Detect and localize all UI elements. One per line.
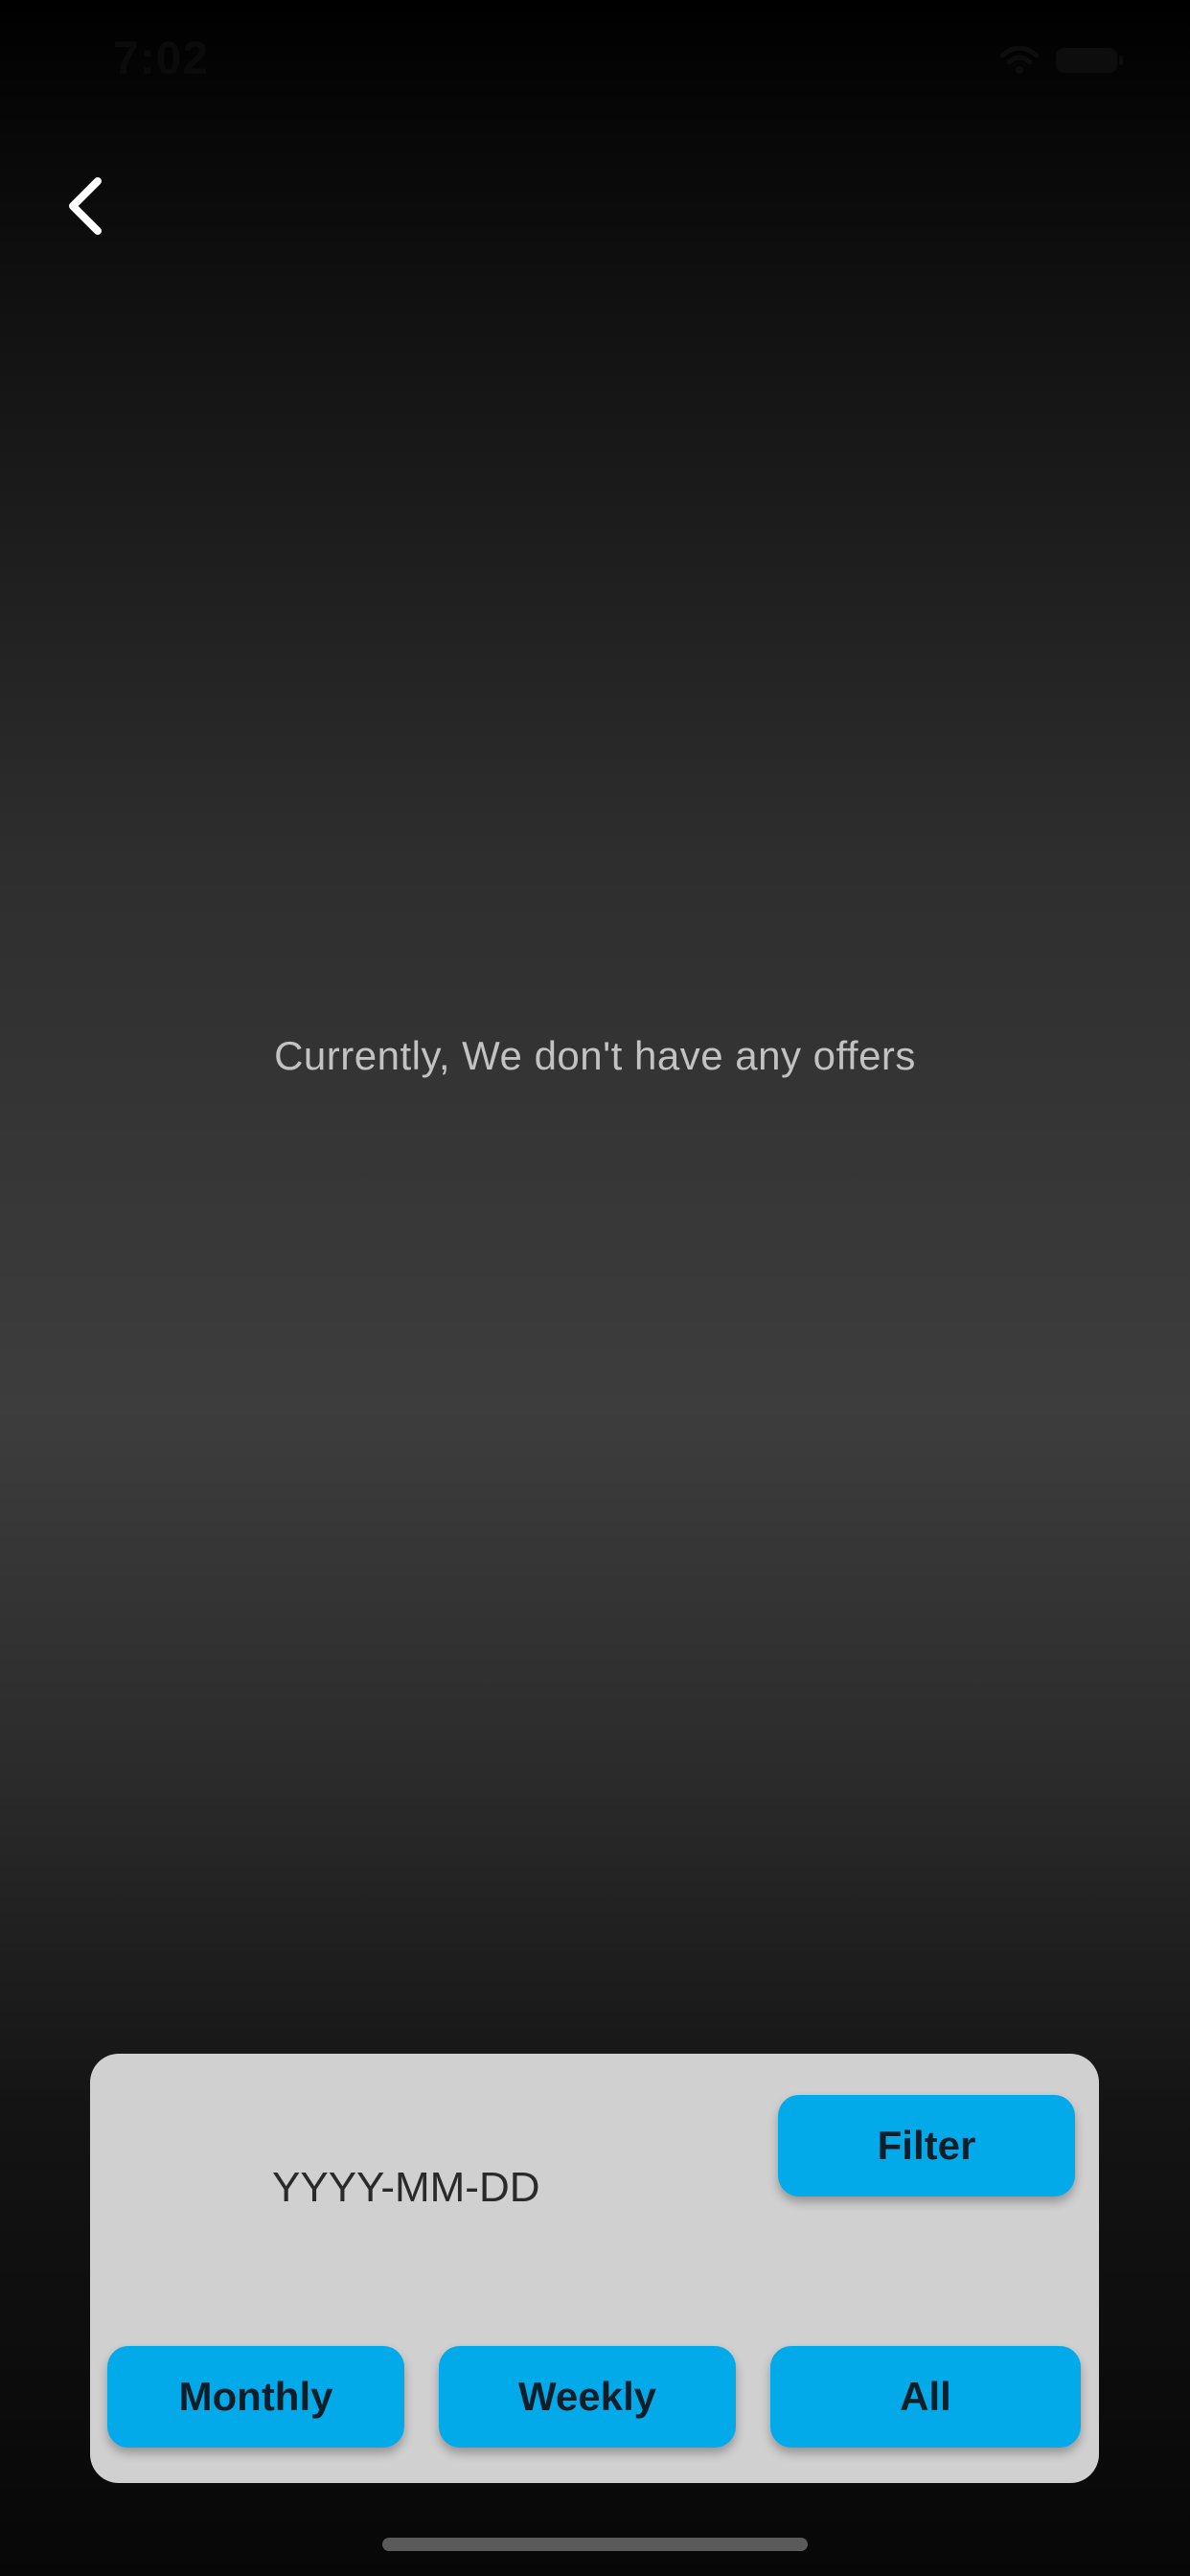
home-indicator (382, 2538, 808, 2551)
status-time: 7:02 (113, 34, 210, 84)
back-button[interactable] (46, 163, 123, 249)
empty-state-message: Currently, We don't have any offers (274, 1033, 916, 1078)
battery-icon (1056, 48, 1123, 73)
weekly-button[interactable]: Weekly (439, 2346, 736, 2448)
monthly-button[interactable]: Monthly (107, 2346, 404, 2448)
status-icons (1000, 46, 1123, 75)
wifi-icon (1000, 46, 1039, 75)
chevron-left-icon (63, 175, 105, 237)
filter-panel: Filter Monthly Weekly All (90, 2054, 1099, 2483)
date-input[interactable] (157, 2150, 732, 2226)
filter-button[interactable]: Filter (778, 2095, 1075, 2196)
all-button[interactable]: All (770, 2346, 1081, 2448)
status-bar: 7:02 (0, 0, 1190, 126)
